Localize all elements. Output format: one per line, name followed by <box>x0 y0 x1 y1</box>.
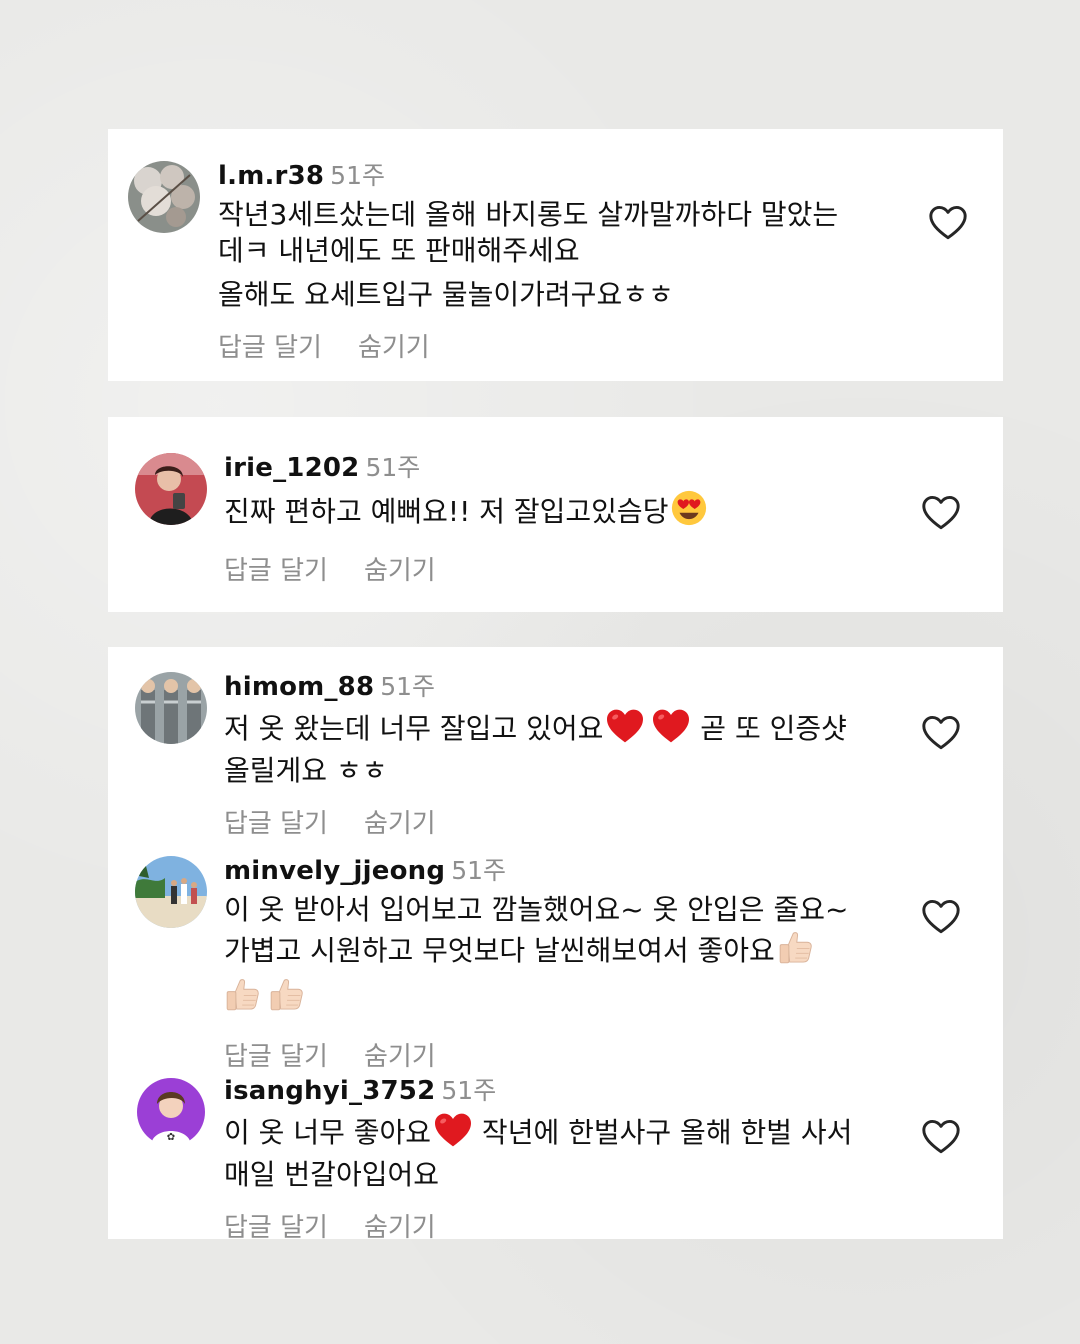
timestamp: 51주 <box>441 1076 497 1105</box>
red-heart-emoji-icon <box>433 1112 473 1157</box>
username[interactable]: isanghyi_3752 <box>224 1076 435 1106</box>
timestamp: 51주 <box>365 453 421 482</box>
timestamp: 51주 <box>330 161 385 190</box>
username[interactable]: himom_88 <box>224 672 374 702</box>
comment-card-1: l.m.r38 51주 작년3세트샀는데 올해 바지롱도 살까말까하다 말았는 데… <box>108 129 1003 381</box>
heart-outline-icon[interactable] <box>921 495 961 531</box>
reply-button[interactable]: 답글 달기 <box>224 556 328 586</box>
heart-outline-icon[interactable] <box>921 715 961 751</box>
heart-eyes-emoji-icon <box>670 489 708 536</box>
avatar[interactable] <box>128 161 200 233</box>
red-heart-emoji-icon <box>651 708 691 753</box>
comment-line: 올해도 요세트입구 물놀이가려구요ㅎㅎ <box>218 278 674 311</box>
reply-button[interactable]: 답글 달기 <box>218 333 322 363</box>
thumbs-up-emoji-icon <box>224 975 262 1022</box>
hide-button[interactable]: 숨기기 <box>364 1042 436 1072</box>
comment-actions: 답글 달기 숨기기 <box>224 550 884 587</box>
hide-button[interactable]: 숨기기 <box>358 333 430 363</box>
username[interactable]: l.m.r38 <box>218 161 324 191</box>
comment-card-2: irie_1202 51주 진짜 편하고 예뻐요!! 저 잘입고있슴당 답글 달기… <box>108 417 1003 612</box>
red-heart-emoji-icon <box>605 708 645 753</box>
comment-text: 진짜 편하고 예뻐요!! 저 잘입고있슴당 <box>224 489 884 536</box>
comment-line: 가볍고 시원하고 무엇보다 날씬해보여서 좋아요 <box>224 934 775 967</box>
comment-line: 매일 번갈아입어요 <box>224 1158 439 1191</box>
comment-actions: 답글 달기 숨기기 <box>224 803 884 840</box>
avatar[interactable] <box>135 453 207 525</box>
comment-line: 작년에 한벌사구 올해 한벌 사서 <box>473 1116 853 1149</box>
avatar[interactable]: ✿ <box>135 1076 207 1148</box>
comment-actions: 답글 달기 숨기기 <box>224 1036 884 1073</box>
comment-line: 저 옷 왔는데 너무 잘입고 있어요 <box>224 712 604 745</box>
timestamp: 51주 <box>380 672 436 701</box>
comment-text: 작년3세트샀는데 올해 바지롱도 살까말까하다 말았는 데ㅋ 내년에도 또 판매… <box>218 197 878 313</box>
comment-line: 진짜 편하고 예뻐요!! 저 잘입고있슴당 <box>224 495 669 528</box>
username[interactable]: minvely_jjeong <box>224 856 445 886</box>
comment-text: 이 옷 너무 좋아요 작년에 한벌사구 올해 한벌 사서 매일 번갈아입어요 <box>224 1112 884 1193</box>
comment-text: 저 옷 왔는데 너무 잘입고 있어요 곧 또 인증샷 올릴게요 ㅎㅎ <box>224 708 884 789</box>
comment-line: 이 옷 너무 좋아요 <box>224 1116 432 1149</box>
hide-button[interactable]: 숨기기 <box>364 556 436 586</box>
username[interactable]: irie_1202 <box>224 453 359 483</box>
comment-actions: 답글 달기 숨기기 <box>218 327 878 364</box>
heart-outline-icon[interactable] <box>921 899 961 935</box>
thumbs-up-emoji-icon <box>777 928 815 975</box>
heart-outline-icon[interactable] <box>921 1119 961 1155</box>
avatar[interactable] <box>135 856 207 928</box>
reply-button[interactable]: 답글 달기 <box>224 1042 328 1072</box>
timestamp: 51주 <box>451 856 507 885</box>
comment-card-3: himom_88 51주 저 옷 왔는데 너무 잘입고 있어요 곧 또 인증샷 올… <box>108 647 1003 1243</box>
comment-line: 작년3세트샀는데 올해 바지롱도 살까말까하다 말았는 <box>218 198 839 231</box>
comment-text: 이 옷 받아서 입어보고 깜놀했어요~ 옷 안입은 줄요~ 가볍고 시원하고 무… <box>224 892 884 1022</box>
comment-line: 데ㅋ 내년에도 또 판매해주세요 <box>218 234 580 267</box>
avatar[interactable] <box>135 672 207 744</box>
reply-button[interactable]: 답글 달기 <box>224 809 328 839</box>
hide-button[interactable]: 숨기기 <box>364 809 436 839</box>
comment-line: 곧 또 인증샷 <box>691 712 847 745</box>
thumbs-up-emoji-icon <box>268 975 306 1022</box>
hide-button[interactable]: 숨기기 <box>364 1213 436 1243</box>
comment-actions: 답글 달기 숨기기 <box>224 1207 884 1244</box>
comment-line: 올릴게요 ㅎㅎ <box>224 754 388 787</box>
reply-button[interactable]: 답글 달기 <box>224 1213 328 1243</box>
heart-outline-icon[interactable] <box>928 205 968 241</box>
comment-line: 이 옷 받아서 입어보고 깜놀했어요~ 옷 안입은 줄요~ <box>224 893 849 926</box>
svg-text:✿: ✿ <box>167 1132 175 1143</box>
